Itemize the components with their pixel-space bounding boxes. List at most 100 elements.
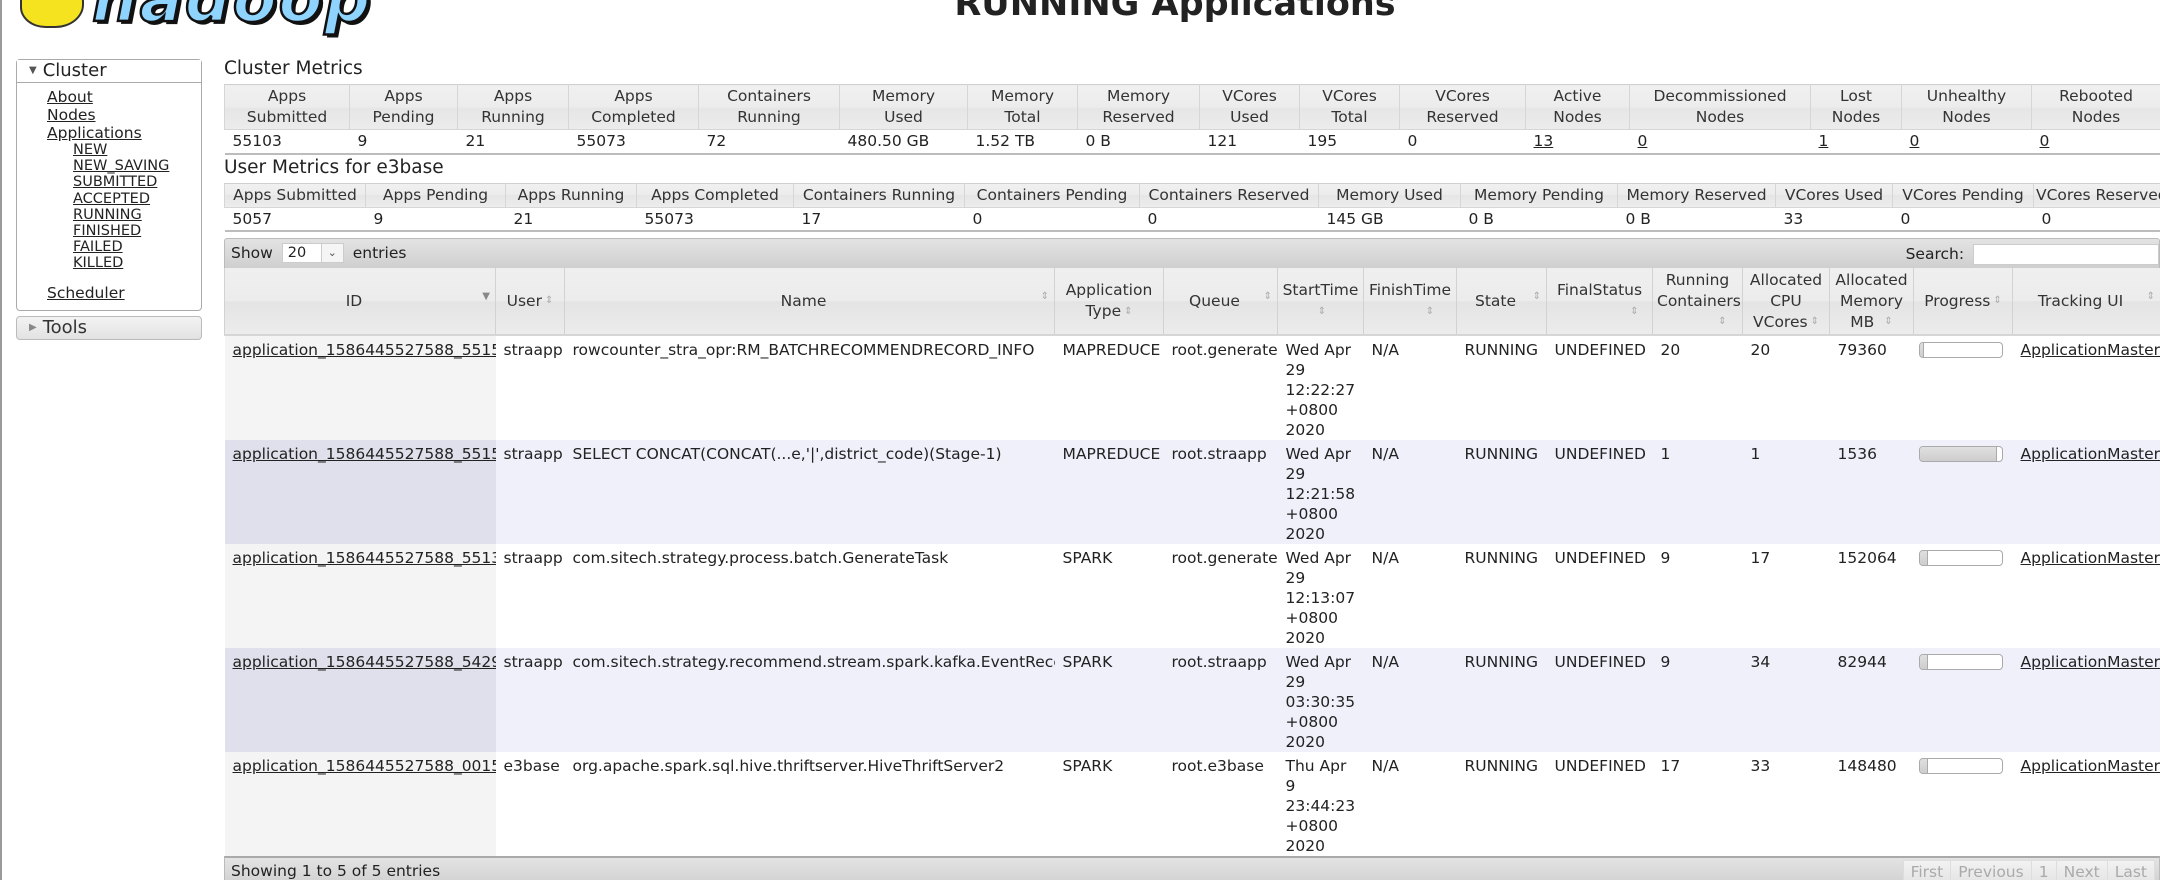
cluster-section-header[interactable]: ▼ Cluster (17, 60, 201, 83)
triangle-right-icon: ▶ (29, 321, 37, 333)
pagination-next[interactable]: Next (2055, 860, 2108, 880)
tools-section-header[interactable]: ▶ Tools (16, 315, 202, 340)
column-header-application-type[interactable]: Application Type ⇕ (1054, 268, 1164, 336)
progress-bar-fill (1919, 655, 1928, 669)
app-allocated-cpu: 33 (1742, 752, 1830, 856)
app-id-link[interactable]: application_1586445527588_55153 (233, 445, 496, 463)
app-tracking-ui-link[interactable]: ApplicationMaster (2021, 757, 2160, 775)
entries-label: entries (352, 244, 407, 262)
app-allocated-memory: 148480 (1829, 752, 1914, 856)
column-header-tracking-ui[interactable]: Tracking UI ⇕ (2012, 268, 2160, 336)
user-metric-header: Containers Pending (964, 182, 1140, 208)
app-id-link[interactable]: application_1586445527588_54294 (233, 653, 496, 671)
cluster-metric-link[interactable]: 0 (1910, 132, 1920, 150)
applications-table: ID ▼ User ⇕ Name ⇕ Application Type ⇕ Queue ⇕ … (224, 268, 2160, 856)
table-row: application_1586445527588_55133 straapp co… (224, 544, 2160, 648)
cluster-metric-value: 0 B (1077, 129, 1200, 155)
column-header-running-containers[interactable]: Running Containers ⇕ (1652, 268, 1743, 336)
user-metric-value: 0 (2033, 207, 2160, 232)
cluster-metric-header: Apps Completed (568, 84, 699, 130)
app-id-link[interactable]: application_1586445527588_55133 (233, 549, 496, 567)
table-row: application_1586445527588_0015 e3base org.… (224, 752, 2160, 856)
cluster-metric-value: 13 (1525, 129, 1630, 155)
sidebar-link-failed[interactable]: FAILED (73, 239, 201, 255)
column-header-name[interactable]: Name ⇕ (564, 268, 1055, 336)
pagination-first[interactable]: First (1902, 860, 1952, 880)
sidebar-link-submitted[interactable]: SUBMITTED (73, 174, 201, 190)
sort-desc-icon: ▼ (482, 291, 490, 302)
app-start-time: Wed Apr 29 12:21:58 +0800 2020 (1277, 440, 1364, 544)
app-tracking-ui-link[interactable]: ApplicationMaster (2021, 445, 2160, 463)
app-allocated-memory: 79360 (1829, 335, 1914, 440)
app-id-link[interactable]: application_1586445527588_0015 (233, 757, 496, 775)
pagination: First Previous 1 Next Last (1902, 860, 2155, 880)
app-queue: root.generate (1163, 544, 1278, 648)
column-header-id[interactable]: ID ▼ (224, 268, 496, 336)
sidebar-link-running[interactable]: RUNNING (73, 207, 201, 223)
app-id-link[interactable]: application_1586445527588_55156 (233, 341, 496, 359)
pagination-page-1[interactable]: 1 (2030, 860, 2057, 880)
cluster-metric-header: VCores Total (1299, 84, 1400, 130)
sidebar-link-applications[interactable]: Applications (47, 124, 201, 142)
app-final-status: UNDEFINED (1546, 440, 1653, 544)
app-allocated-memory: 82944 (1829, 648, 1914, 752)
pagination-previous[interactable]: Previous (1950, 860, 2032, 880)
app-type: SPARK (1054, 648, 1164, 752)
cluster-metric-link[interactable]: 0 (1638, 132, 1648, 150)
user-metric-header: VCores Used (1775, 182, 1893, 208)
column-header-progress[interactable]: Progress ⇕ (1913, 268, 2013, 336)
column-header-allocated-memory[interactable]: Allocated Memory MB ⇕ (1829, 268, 1914, 336)
pagination-last[interactable]: Last (2106, 860, 2155, 880)
sidebar-link-nodes[interactable]: Nodes (47, 106, 201, 124)
user-metrics-header-row: Apps Submitted Apps Pending Apps Running Ap… (224, 182, 2160, 208)
cluster-metric-value: 55073 (568, 129, 699, 155)
app-queue: root.generate (1163, 335, 1278, 440)
app-finish-time: N/A (1363, 648, 1457, 752)
app-state: RUNNING (1456, 440, 1547, 544)
app-finish-time: N/A (1363, 440, 1457, 544)
app-id-cell: application_1586445527588_0015 (224, 752, 496, 856)
sidebar-link-accepted[interactable]: ACCEPTED (73, 191, 201, 207)
sidebar-link-finished[interactable]: FINISHED (73, 223, 201, 239)
cluster-metric-link[interactable]: 1 (1819, 132, 1829, 150)
search-input[interactable] (1973, 244, 2159, 265)
user-metric-header: Containers Reserved (1139, 182, 1319, 208)
cluster-metric-value: 9 (349, 129, 458, 155)
cluster-metric-value: 1 (1810, 129, 1902, 155)
applications-table-body: application_1586445527588_55156straapp ro… (224, 335, 2160, 856)
app-tracking-ui-link[interactable]: ApplicationMaster (2021, 653, 2160, 671)
app-name: SELECT CONCAT(CONCAT(...e,'|',district_c… (564, 440, 1055, 544)
app-tracking-ui-link[interactable]: ApplicationMaster (2021, 549, 2160, 567)
column-header-allocated-cpu[interactable]: Allocated CPU VCores ⇕ (1742, 268, 1830, 336)
column-header-user[interactable]: User ⇕ (495, 268, 565, 336)
app-finish-time: N/A (1363, 335, 1457, 440)
page-length-select[interactable]: 20 ⌄ (281, 242, 344, 263)
sidebar-link-scheduler[interactable]: Scheduler (47, 284, 201, 302)
sort-icon: ⇕ (2146, 291, 2155, 302)
sidebar-link-about[interactable]: About (47, 88, 201, 106)
progress-cell (1913, 440, 2013, 544)
column-header-state[interactable]: State ⇕ (1456, 268, 1547, 336)
column-header-finalstatus[interactable]: FinalStatus ⇕ (1546, 268, 1653, 336)
cluster-metric-link[interactable]: 13 (1534, 132, 1554, 150)
cluster-metric-link[interactable]: 0 (2040, 132, 2050, 150)
cluster-metric-header: Containers Running (698, 84, 840, 130)
app-user: straapp (495, 648, 565, 752)
sort-icon: ⇕ (544, 295, 554, 306)
cluster-metric-header: Memory Reserved (1077, 84, 1200, 130)
column-header-queue[interactable]: Queue ⇕ (1163, 268, 1278, 336)
app-final-status: UNDEFINED (1546, 544, 1653, 648)
cluster-metric-header: Apps Submitted (224, 84, 350, 130)
sidebar-link-new[interactable]: NEW (73, 142, 201, 158)
cluster-metric-value: 55103 (224, 129, 350, 155)
sidebar-link-new-saving[interactable]: NEW_SAVING (73, 158, 201, 174)
user-metrics-values-row: 5057 9 21 55073 17 0 0 145 GB 0 B0 B 33 0 0 (224, 207, 2160, 232)
column-header-finishtime[interactable]: FinishTime ⇕ (1363, 268, 1457, 336)
sidebar-link-killed[interactable]: KILLED (73, 255, 201, 271)
progress-bar-fill (1919, 551, 1928, 565)
sort-icon: ⇕ (1884, 316, 1893, 327)
progress-bar-fill (1919, 447, 1998, 461)
column-header-starttime[interactable]: StartTime ⇕ (1277, 268, 1364, 336)
app-tracking-ui-link[interactable]: ApplicationMaster (2021, 341, 2160, 359)
table-row: application_1586445527588_55153 straapp SE… (224, 440, 2160, 544)
